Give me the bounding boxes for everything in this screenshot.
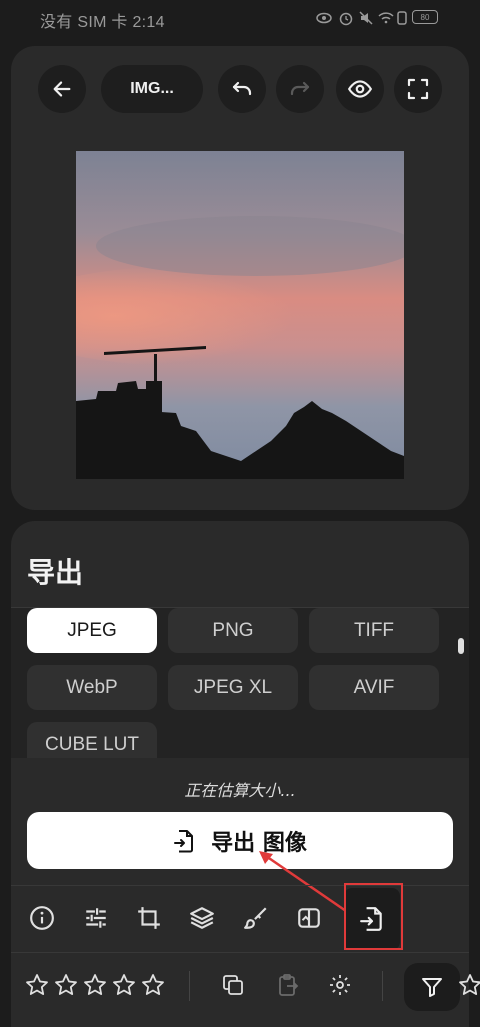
mute-icon <box>359 11 373 25</box>
tool-crop[interactable] <box>129 898 169 938</box>
scrollbar-thumb[interactable] <box>458 638 464 654</box>
redo-button[interactable] <box>276 65 324 113</box>
battery-icon: 80 <box>412 10 438 24</box>
layers-icon <box>190 907 214 929</box>
redo-icon <box>290 81 310 96</box>
image-preview <box>76 151 404 479</box>
rating-star-3[interactable] <box>83 973 107 997</box>
image-title[interactable]: IMG... <box>101 65 203 113</box>
format-option-jpeg[interactable]: JPEG <box>27 608 157 653</box>
fullscreen-button[interactable] <box>394 65 442 113</box>
crop-icon <box>138 907 160 929</box>
tool-adjust[interactable] <box>76 898 116 938</box>
separator <box>189 971 190 1001</box>
copy-icon[interactable] <box>221 973 245 997</box>
tag-icon <box>298 908 320 928</box>
export-file-icon <box>174 829 194 852</box>
settings-icon[interactable] <box>328 973 352 997</box>
separator <box>382 971 383 1001</box>
rating-star-5[interactable] <box>141 973 165 997</box>
back-arrow-icon <box>53 81 71 97</box>
format-option-avif[interactable]: AVIF <box>309 665 439 710</box>
status-bar: 没有 SIM 卡 2:14 80 <box>0 0 480 36</box>
format-grid: JPEG PNG TIFF WebP JPEG XL AVIF CUBE LUT <box>11 608 469 758</box>
format-option-webp[interactable]: WebP <box>27 665 157 710</box>
format-option-tiff[interactable]: TIFF <box>309 608 439 653</box>
undo-button[interactable] <box>218 65 266 113</box>
export-panel: 导出 JPEG PNG TIFF WebP JPEG XL AVIF CUBE … <box>11 521 480 1027</box>
export-title: 导出 <box>27 556 84 589</box>
filter-icon <box>422 978 442 997</box>
size-estimate-text: 正在估算大小... <box>184 781 296 800</box>
sim-icon <box>397 11 407 25</box>
tool-info[interactable] <box>22 898 62 938</box>
tool-brush[interactable] <box>236 898 276 938</box>
paste-icon[interactable] <box>276 973 300 997</box>
rating-star-4[interactable] <box>112 973 136 997</box>
info-icon <box>30 906 54 930</box>
eye-status-icon <box>316 12 332 24</box>
fullscreen-icon <box>407 78 429 100</box>
preview-toggle-button[interactable] <box>336 65 384 113</box>
status-text: 没有 SIM 卡 2:14 <box>40 14 165 31</box>
eye-icon <box>347 80 373 98</box>
format-option-jpegxl[interactable]: JPEG XL <box>168 665 298 710</box>
partial-star-icon[interactable] <box>458 973 480 997</box>
bottom-bar <box>11 953 480 1027</box>
filter-button[interactable] <box>404 963 460 1011</box>
brush-icon <box>244 907 267 929</box>
rating-star-1[interactable] <box>25 973 49 997</box>
adjust-sliders-icon <box>86 908 106 928</box>
export-image-button[interactable]: 导出 图像 <box>27 812 453 869</box>
wifi-off-icon <box>378 12 394 24</box>
tool-layers[interactable] <box>182 898 222 938</box>
preview-panel: IMG... <box>11 46 469 510</box>
format-option-png[interactable]: PNG <box>168 608 298 653</box>
annotation-highlight-box <box>344 883 403 950</box>
back-button[interactable] <box>38 65 86 113</box>
undo-icon <box>232 81 252 96</box>
tool-bar <box>11 883 469 952</box>
rating-star-2[interactable] <box>54 973 78 997</box>
tool-tag[interactable] <box>289 898 329 938</box>
format-option-cubelut[interactable]: CUBE LUT <box>27 722 157 758</box>
alarm-icon <box>339 12 353 26</box>
